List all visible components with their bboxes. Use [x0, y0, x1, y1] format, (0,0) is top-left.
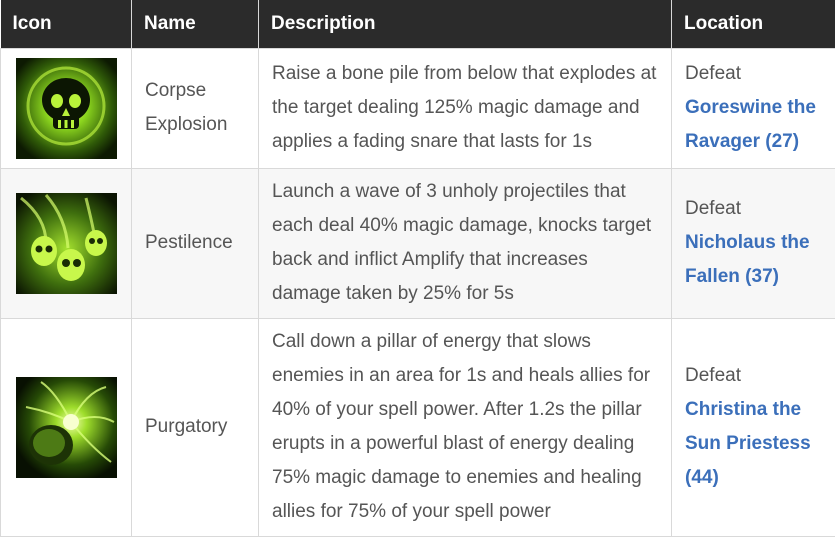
location-prefix: Defeat [685, 359, 822, 393]
skill-description: Launch a wave of 3 unholy projectiles th… [259, 168, 672, 318]
table-row: Purgatory Call down a pillar of energy t… [1, 318, 835, 536]
icon-cell [1, 168, 132, 318]
skill-location: Defeat Nicholaus the Fallen (37) [672, 168, 835, 318]
skill-location: Defeat Goreswine the Ravager (27) [672, 48, 835, 168]
header-name[interactable]: Name [132, 0, 259, 48]
skill-description: Raise a bone pile from below that explod… [259, 48, 672, 168]
energy-pillar-icon [16, 377, 117, 478]
boss-link[interactable]: Nicholaus the Fallen (37) [685, 232, 810, 287]
header-icon[interactable]: Icon [1, 0, 132, 48]
table-row: Corpse Explosion Raise a bone pile from … [1, 48, 835, 168]
location-prefix: Defeat [685, 192, 822, 226]
ghost-skulls-icon [16, 193, 117, 294]
skull-explosion-icon [16, 58, 117, 159]
icon-cell [1, 48, 132, 168]
skill-description: Call down a pillar of energy that slows … [259, 318, 672, 536]
header-location[interactable]: Location [672, 0, 835, 48]
header-description[interactable]: Description [259, 0, 672, 48]
skill-location: Defeat Christina the Sun Priestess (44) [672, 318, 835, 536]
location-prefix: Defeat [685, 57, 822, 91]
boss-link[interactable]: Goreswine the Ravager (27) [685, 97, 816, 152]
skill-name: Purgatory [132, 318, 259, 536]
table-row: Pestilence Launch a wave of 3 unholy pro… [1, 168, 835, 318]
skill-name: Pestilence [132, 168, 259, 318]
skill-name: Corpse Explosion [132, 48, 259, 168]
boss-link[interactable]: Christina the Sun Priestess (44) [685, 399, 811, 488]
icon-cell [1, 318, 132, 536]
skills-table: Icon Name Description Location [0, 0, 835, 537]
header-row: Icon Name Description Location [1, 0, 835, 48]
